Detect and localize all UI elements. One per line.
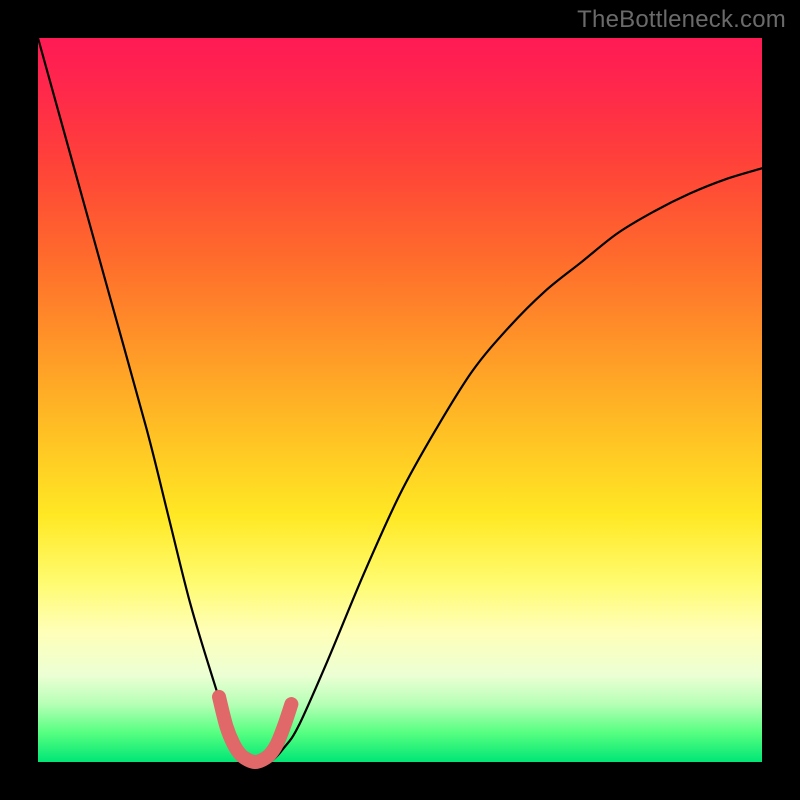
plot-area	[38, 38, 762, 762]
bottleneck-curve-line	[38, 38, 762, 764]
watermark-text: TheBottleneck.com	[577, 6, 786, 34]
chart-frame: TheBottleneck.com	[0, 0, 800, 800]
chart-svg	[38, 38, 762, 762]
